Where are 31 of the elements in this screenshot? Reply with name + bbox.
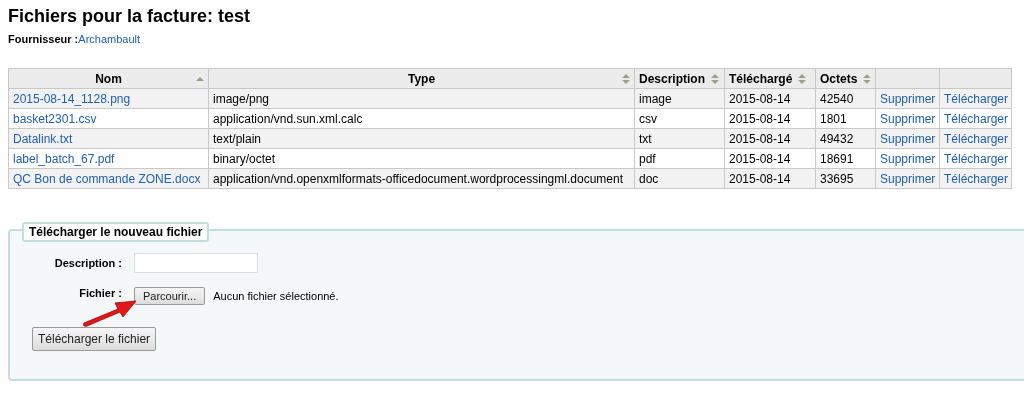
field-label: Fichier :	[78, 287, 122, 299]
sort-icon	[798, 73, 807, 84]
table-cell: application/vnd.openxmlformats-officedocument.wordprocessingml.document	[208, 168, 635, 189]
field-label: Description :	[53, 257, 122, 269]
table-cell: csv	[634, 108, 725, 129]
column-header[interactable]: Nom	[8, 68, 209, 89]
table-cell: application/vnd.sun.xml.calc	[208, 108, 635, 129]
sort-icon	[622, 73, 630, 84]
table-cell: image/png	[208, 88, 635, 109]
column-header[interactable]: Description	[634, 68, 725, 89]
upload-button[interactable]: Télécharger le fichier	[32, 327, 157, 351]
column-header[interactable]: Octets	[815, 68, 876, 89]
supplier-label: Fournisseur :	[8, 33, 79, 45]
description-field[interactable]	[134, 253, 258, 273]
sort-icon	[863, 73, 871, 84]
table-cell: 2015-08-14	[724, 148, 816, 169]
table-cell: 1801	[815, 108, 876, 129]
page-title: Fichiers pour la facture: test	[8, 6, 252, 27]
column-header[interactable]: Téléchargé	[724, 68, 816, 89]
table-cell: 2015-08-14	[724, 108, 816, 129]
file-status: Aucun fichier sélectionné.	[213, 290, 339, 302]
panel-legend: Télécharger le nouveau fichier	[22, 222, 210, 242]
column-header[interactable]: Type	[208, 68, 635, 89]
table-cell: text/plain	[208, 128, 635, 149]
browse-button[interactable]: Parcourir...	[134, 287, 206, 305]
sort-icon	[711, 73, 719, 84]
table-cell: 18691	[815, 148, 876, 169]
sort-ascending-icon	[196, 75, 204, 82]
table-cell: binary/octet	[208, 148, 635, 169]
supplier-link[interactable]: Archambault	[78, 33, 141, 45]
table-cell: pdf	[634, 148, 725, 169]
